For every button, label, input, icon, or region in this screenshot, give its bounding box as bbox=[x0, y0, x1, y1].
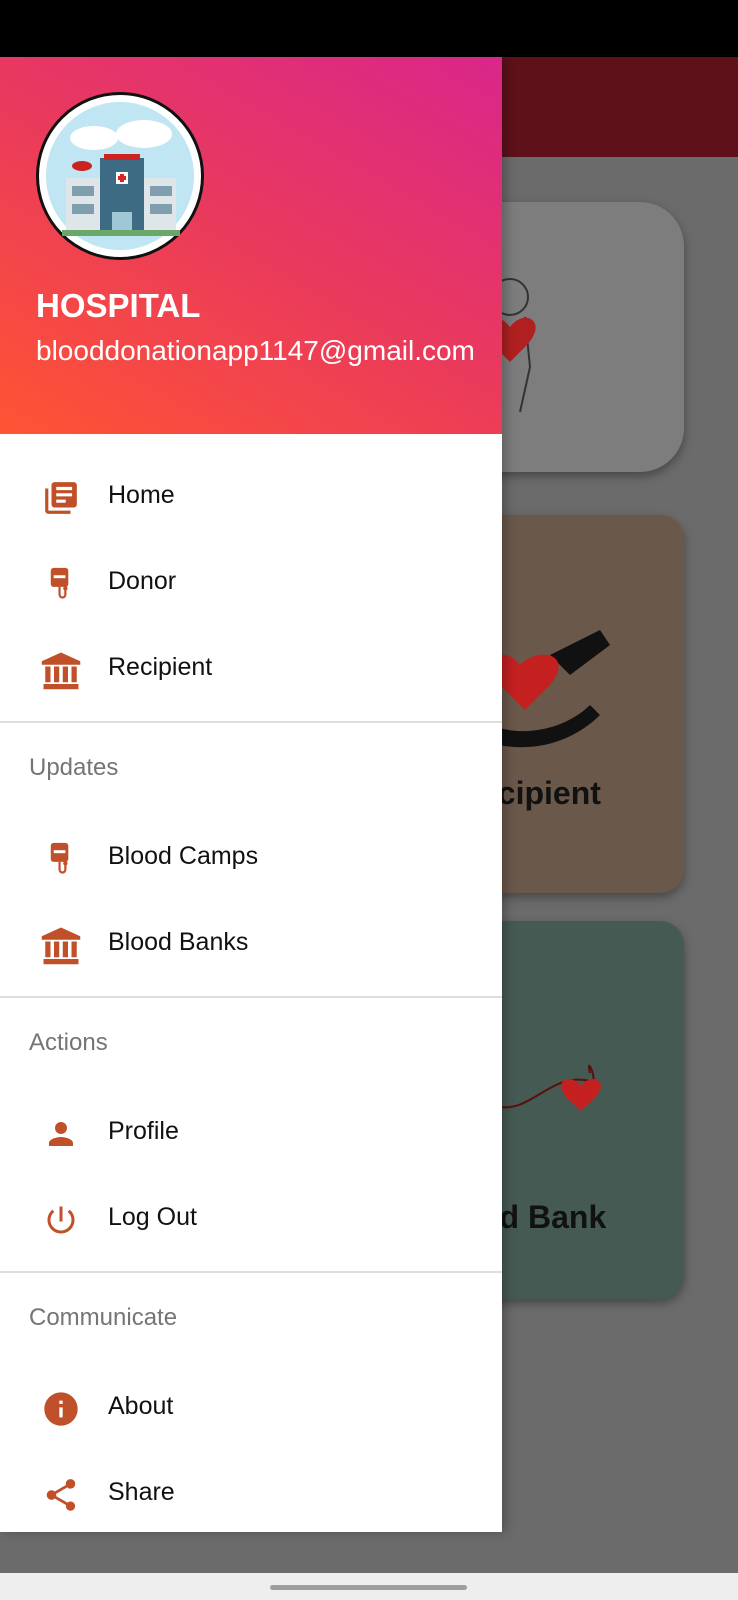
menu-item-label: Share bbox=[108, 1478, 175, 1506]
divider bbox=[0, 721, 502, 723]
share-icon bbox=[40, 1474, 82, 1516]
menu-item-label: About bbox=[108, 1392, 174, 1420]
menu-item-label: Recipient bbox=[108, 653, 213, 681]
section-title-communicate: Communicate bbox=[29, 1304, 178, 1331]
menu-item-label: Donor bbox=[108, 567, 177, 595]
menu-item-share[interactable]: Share bbox=[0, 1452, 502, 1538]
menu-item-label: Profile bbox=[108, 1117, 179, 1145]
menu-item-label: Blood Camps bbox=[108, 842, 259, 870]
info-icon bbox=[40, 1388, 82, 1430]
power-icon bbox=[40, 1199, 82, 1241]
menu-item-profile[interactable]: Profile bbox=[0, 1091, 502, 1177]
menu-item-label: Blood Banks bbox=[108, 928, 249, 956]
blood-bag-icon bbox=[40, 563, 82, 605]
menu-item-label: Log Out bbox=[108, 1203, 197, 1231]
menu-item-donor[interactable]: Donor bbox=[0, 541, 502, 627]
hospital-building-icon bbox=[46, 102, 194, 250]
section-title-actions: Actions bbox=[29, 1029, 108, 1056]
menu-item-home[interactable]: Home bbox=[0, 455, 502, 541]
status-bar bbox=[0, 0, 738, 57]
divider bbox=[0, 1271, 502, 1273]
menu-item-recipient[interactable]: Recipient bbox=[0, 627, 502, 713]
bank-building-icon bbox=[40, 924, 82, 966]
menu-item-blood-camps[interactable]: Blood Camps bbox=[0, 816, 502, 902]
list-document-icon bbox=[40, 477, 82, 519]
menu-item-blood-banks[interactable]: Blood Banks bbox=[0, 902, 502, 988]
navigation-drawer: HOSPITAL blooddonationapp1147@gmail.com … bbox=[0, 57, 502, 1532]
bank-building-icon bbox=[40, 649, 82, 691]
menu-item-log-out[interactable]: Log Out bbox=[0, 1177, 502, 1263]
section-title-updates: Updates bbox=[29, 754, 119, 781]
person-icon bbox=[40, 1113, 82, 1155]
blood-bag-icon bbox=[40, 838, 82, 880]
menu-item-about[interactable]: About bbox=[0, 1366, 502, 1452]
drawer-header: HOSPITAL blooddonationapp1147@gmail.com bbox=[0, 57, 502, 434]
divider bbox=[0, 996, 502, 998]
gesture-handle[interactable] bbox=[270, 1585, 467, 1590]
drawer-header-email: blooddonationapp1147@gmail.com bbox=[36, 335, 475, 366]
hospital-avatar bbox=[36, 92, 204, 260]
menu-item-label: Home bbox=[108, 481, 175, 509]
drawer-header-title: HOSPITAL bbox=[36, 287, 201, 324]
